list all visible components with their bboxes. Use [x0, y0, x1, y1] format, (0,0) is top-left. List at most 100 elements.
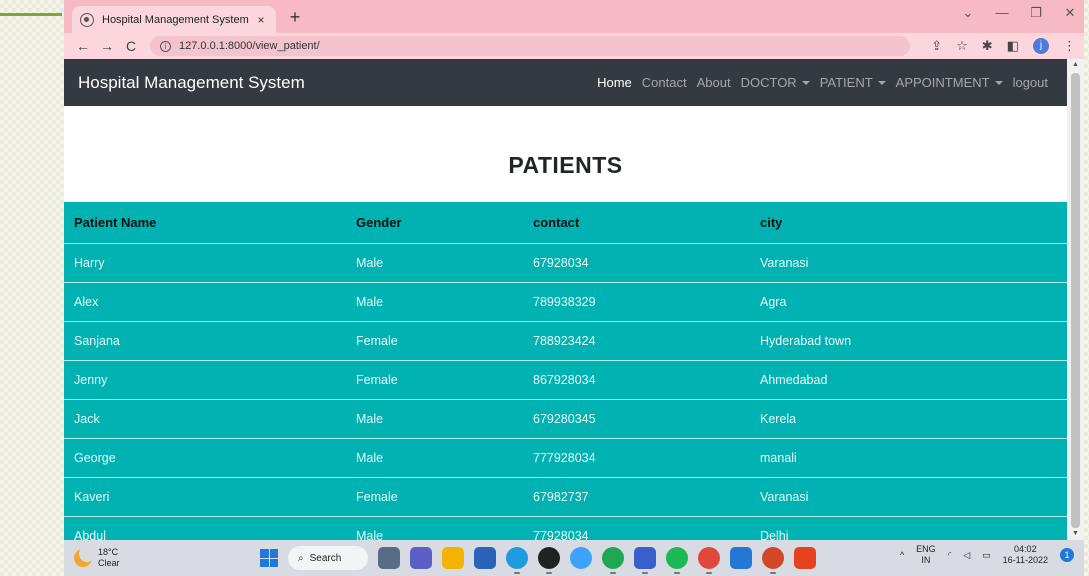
reload-icon[interactable]: C — [120, 38, 142, 54]
nav-home[interactable]: Home — [592, 75, 637, 90]
cell-patient-name: Sanjana — [64, 320, 346, 360]
vscode-icon[interactable] — [730, 547, 752, 569]
nav-appointment-dropdown[interactable]: APPOINTMENT — [891, 75, 1008, 90]
wifi-icon[interactable]: ◜ — [948, 550, 952, 561]
browser-toolbar: ← → C i 127.0.0.1:8000/view_patient/ ⇪ ☆… — [64, 33, 1084, 59]
office-icon[interactable] — [794, 547, 816, 569]
taskbar-search-label: Search — [309, 552, 342, 564]
site-info-icon[interactable]: i — [160, 40, 171, 52]
cell-city: Agra — [750, 281, 1067, 321]
language-indicator[interactable]: ENG IN — [916, 544, 936, 566]
side-panel-icon[interactable]: ◧ — [1007, 38, 1019, 54]
nav-logout[interactable]: logout — [1008, 75, 1053, 90]
file-explorer-icon[interactable] — [442, 547, 464, 569]
nav-links: Home Contact About DOCTOR PATIENT APPOIN… — [592, 75, 1053, 90]
back-arrow-icon[interactable]: ← — [72, 38, 94, 54]
table-row: Jack Male 679280345 Kerela — [64, 398, 1067, 438]
site-brand[interactable]: Hospital Management System — [78, 73, 305, 93]
cell-city: Varanasi — [750, 242, 1067, 282]
bookmark-star-icon[interactable]: ☆ — [956, 38, 968, 54]
powerpoint-icon[interactable] — [762, 547, 784, 574]
page-viewport: Hospital Management System Home Contact … — [64, 59, 1067, 540]
patients-table: Patient Name Gender contact city Harry M… — [64, 202, 1067, 540]
cell-contact: 67928034 — [523, 242, 750, 282]
chrome-icon[interactable] — [698, 547, 720, 574]
url-text: 127.0.0.1:8000/view_patient/ — [179, 40, 320, 52]
teams-chat-icon[interactable] — [410, 547, 432, 569]
header-city: city — [760, 214, 783, 230]
share-icon[interactable]: ⇪ — [931, 38, 942, 54]
tab-strip: Hospital Management System × + ⌄ — ❐ ✕ — [64, 0, 1084, 33]
nav-patient-dropdown[interactable]: PATIENT — [815, 75, 891, 90]
table-row: Jenny Female 867928034 Ahmedabad — [64, 359, 1067, 399]
cell-gender: Male — [346, 515, 523, 540]
restore-button[interactable]: ❐ — [1028, 5, 1044, 21]
close-window-button[interactable]: ✕ — [1062, 5, 1078, 21]
window-controls: ⌄ — ❐ ✕ — [960, 5, 1078, 21]
table-row: Abdul Male 77928034 Delhi — [64, 515, 1067, 540]
taskbar-search[interactable]: ⌕ Search — [288, 546, 368, 570]
caret-down-icon — [994, 81, 1003, 85]
cell-patient-name: Alex — [64, 281, 346, 321]
menu-kebab-icon[interactable]: ⋮ — [1063, 38, 1076, 54]
address-bar[interactable]: i 127.0.0.1:8000/view_patient/ — [150, 36, 910, 56]
whatsapp-icon[interactable] — [602, 547, 624, 574]
clock[interactable]: 04:02 16-11-2022 — [1003, 544, 1048, 566]
nav-doctor-label: DOCTOR — [740, 75, 797, 90]
cell-contact: 77928034 — [523, 515, 750, 540]
profile-avatar[interactable]: j — [1033, 38, 1049, 54]
cell-city: Varanasi — [750, 476, 1067, 516]
header-contact: contact — [533, 214, 580, 230]
new-tab-button[interactable]: + — [284, 6, 306, 28]
minimize-button[interactable]: — — [994, 5, 1010, 21]
scrollbar-thumb[interactable] — [1071, 73, 1080, 528]
nav-contact[interactable]: Contact — [637, 75, 692, 90]
cell-gender: Female — [346, 359, 523, 399]
cell-city: Kerela — [750, 398, 1067, 438]
battery-icon[interactable]: ▭ — [982, 550, 991, 561]
table-row: Alex Male 789938329 Agra — [64, 281, 1067, 321]
github-icon[interactable] — [538, 547, 560, 574]
browser-window: Hospital Management System × + ⌄ — ❐ ✕ ←… — [64, 0, 1084, 576]
nav-about[interactable]: About — [692, 75, 736, 90]
nav-patient-label: PATIENT — [819, 75, 873, 90]
volume-icon[interactable]: ◁ — [963, 550, 970, 561]
tab-title: Hospital Management System — [102, 13, 249, 26]
edge-browser-icon[interactable] — [506, 547, 528, 574]
cell-gender: Female — [346, 320, 523, 360]
tab-search-chevron-icon[interactable]: ⌄ — [960, 5, 976, 21]
vertical-scrollbar[interactable]: ▲ ▼ — [1067, 59, 1084, 540]
toolbar-actions: ⇪ ☆ ✱ ◧ j ⋮ — [931, 38, 1076, 54]
cell-contact: 788923424 — [523, 320, 750, 360]
table-row: George Male 777928034 manali — [64, 437, 1067, 477]
cell-gender: Male — [346, 398, 523, 438]
clock-time: 04:02 — [1014, 544, 1037, 554]
task-view-icon[interactable] — [378, 547, 400, 569]
cell-patient-name: Harry — [64, 242, 346, 282]
windows-start-icon[interactable] — [260, 549, 278, 567]
cell-gender: Male — [346, 437, 523, 477]
scroll-down-arrow-icon[interactable]: ▼ — [1067, 528, 1084, 540]
nav-doctor-dropdown[interactable]: DOCTOR — [736, 75, 815, 90]
scroll-up-arrow-icon[interactable]: ▲ — [1067, 59, 1084, 71]
python-icon[interactable] — [570, 547, 592, 569]
chevron-up-icon[interactable]: ^ — [900, 550, 904, 560]
spotify-icon[interactable] — [666, 547, 688, 574]
cell-contact: 789938329 — [523, 281, 750, 321]
cell-contact: 67982737 — [523, 476, 750, 516]
page-title: PATIENTS — [508, 152, 623, 178]
cell-contact: 777928034 — [523, 437, 750, 477]
table-row: Kaveri Female 67982737 Varanasi — [64, 476, 1067, 516]
notification-badge[interactable]: 1 — [1060, 548, 1074, 562]
store-icon[interactable] — [474, 547, 496, 569]
decorative-line — [0, 13, 62, 16]
cell-city: manali — [750, 437, 1067, 477]
table-row: Harry Male 67928034 Varanasi — [64, 242, 1067, 282]
weather-widget[interactable]: 18°C Clear — [74, 546, 120, 569]
cell-contact: 679280345 — [523, 398, 750, 438]
extensions-puzzle-icon[interactable]: ✱ — [982, 38, 993, 54]
browser-tab[interactable]: Hospital Management System × — [72, 6, 276, 33]
tab-close-button[interactable]: × — [254, 13, 268, 27]
forward-arrow-icon[interactable]: → — [96, 38, 118, 54]
visual-studio-icon[interactable] — [634, 547, 656, 574]
